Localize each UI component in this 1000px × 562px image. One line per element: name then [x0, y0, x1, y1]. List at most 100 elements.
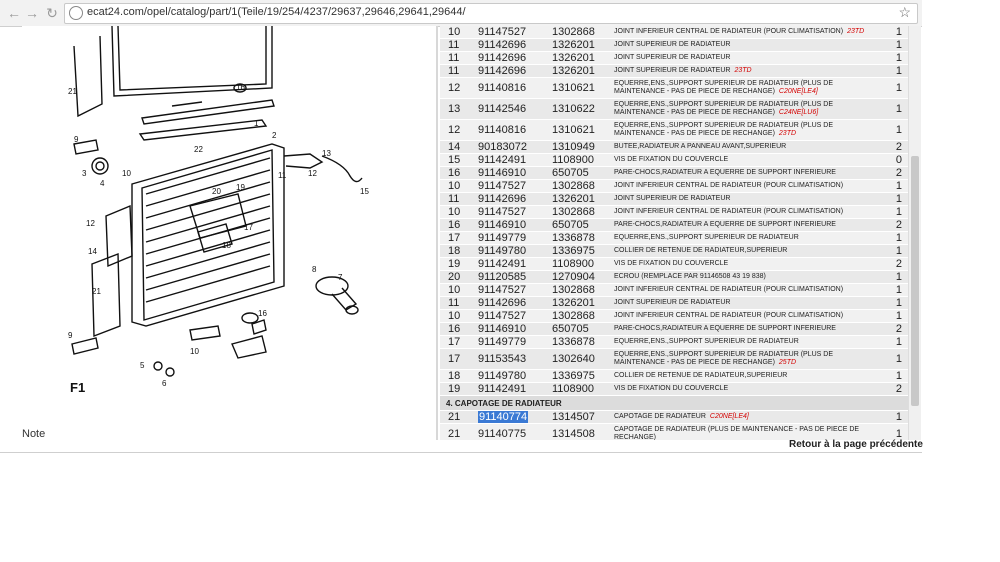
table-row[interactable]: 20 91120585 1270904 ECROU (REMPLACE PAR 911…: [440, 270, 908, 284]
scrollbar-thumb[interactable]: [911, 156, 919, 406]
part-number-cell-text[interactable]: 91142696: [478, 193, 526, 205]
quantity-cell: 1: [884, 270, 908, 284]
part-number-cell: 91147527: [476, 205, 550, 219]
table-row[interactable]: 16 91146910 650705 PARE-CHOCS,RADIATEUR A E…: [440, 322, 908, 336]
quantity-cell-text: 1: [895, 271, 902, 283]
table-row[interactable]: 15 91142491 1108900 VIS DE FIXATION DU COUV…: [440, 153, 908, 167]
part-number-cell-text[interactable]: 91149780: [478, 370, 526, 382]
part-number-cell-text[interactable]: 91120585: [478, 271, 526, 283]
back-link[interactable]: Retour à la page précédente: [789, 439, 923, 450]
quantity-cell: 1: [884, 283, 908, 297]
description-cell-text: JOINT INFERIEUR CENTRAL DE RADIATEUR (PO…: [614, 182, 844, 189]
description-cell: VIS DE FIXATION DU COUVERCLE: [612, 382, 884, 396]
table-row[interactable]: 21 91140775 1314508 CAPOTAGE DE RADIATEUR (…: [440, 423, 908, 440]
table-row[interactable]: 17 91153543 1302640 EQUERRE,ENS.,SUPPORT SU…: [440, 348, 908, 370]
part-number-cell-text[interactable]: 90183072: [478, 141, 527, 153]
part-number-cell-text[interactable]: 91142491: [478, 258, 526, 270]
part-number-cell-text[interactable]: 91149780: [478, 245, 526, 257]
table-scrollbar[interactable]: [908, 26, 921, 440]
table-row[interactable]: 10 91147527 1302868 JOINT INFERIEUR CENTRAL…: [440, 179, 908, 193]
browser-toolbar: ← → ↻ ecat24.com/opel/catalog/part/1(Tei…: [0, 0, 922, 27]
table-row[interactable]: 18 91149780 1336975 COLLIER DE RETENUE DE R…: [440, 244, 908, 258]
table-row[interactable]: 11 91142696 1326201 JOINT SUPERIEUR DE RADI…: [440, 51, 908, 65]
quantity-cell: 1: [884, 26, 908, 39]
arrow-left-icon[interactable]: ←: [6, 5, 22, 21]
table-row[interactable]: 18 91149780 1336975 COLLIER DE RETENUE DE R…: [440, 369, 908, 383]
part-number-cell-text[interactable]: 91149779: [478, 336, 526, 348]
catalog-number-cell: 1326201: [550, 296, 612, 310]
svg-text:16: 16: [258, 309, 267, 318]
quantity-cell-text: 2: [895, 167, 902, 179]
part-number-cell-text[interactable]: 91147527: [478, 206, 526, 218]
quantity-cell-text: 1: [895, 124, 902, 136]
quantity-cell-text: 1: [895, 232, 902, 244]
part-number-cell-text[interactable]: 91147527: [478, 284, 526, 296]
table-row[interactable]: 10 91147527 1302868 JOINT INFERIEUR CENTRAL…: [440, 309, 908, 323]
quantity-cell: 1: [884, 98, 908, 120]
quantity-cell: 2: [884, 166, 908, 180]
catalog-number-cell-text: 1326201: [552, 65, 595, 77]
part-number-cell-text[interactable]: 91142696: [478, 52, 526, 64]
table-row[interactable]: 11 91142696 1326201 JOINT SUPERIEUR DE RADI…: [440, 64, 908, 78]
part-number-cell-text[interactable]: 91153543: [478, 353, 526, 365]
part-number-cell-text[interactable]: 91140816: [478, 82, 526, 94]
parts-table-container[interactable]: 10 91147527 1302868 JOINT INFERIEUR CENTRAL…: [440, 26, 908, 440]
part-number-cell-text[interactable]: 91140775: [478, 428, 526, 440]
part-number-cell-text[interactable]: 91142491: [478, 154, 526, 166]
part-number-cell-text[interactable]: 91146910: [478, 219, 526, 231]
address-bar[interactable]: ecat24.com/opel/catalog/part/1(Teile/19/…: [64, 3, 918, 24]
part-number-cell-text[interactable]: 91149779: [478, 232, 526, 244]
position-cell-text: 12: [448, 82, 461, 94]
part-number-cell-text[interactable]: 91146910: [478, 167, 526, 179]
quantity-cell: 1: [884, 119, 908, 141]
part-number-cell-text[interactable]: 91142696: [478, 297, 526, 309]
table-row[interactable]: 17 91149779 1336878 EQUERRE,ENS.,SUPPORT SU…: [440, 335, 908, 349]
catalog-number-cell-text: 1108900: [552, 154, 595, 166]
table-row[interactable]: 12 91140816 1310621 EQUERRE,ENS.,SUPPORT SU…: [440, 77, 908, 99]
svg-text:17: 17: [244, 223, 253, 232]
part-number-cell-text[interactable]: 91142696: [478, 39, 526, 51]
position-cell: 20: [440, 270, 476, 284]
part-number-cell-text[interactable]: 91142491: [478, 383, 526, 395]
catalog-number-cell-text: 650705: [552, 219, 589, 231]
arrow-right-icon[interactable]: →: [24, 5, 40, 21]
description-cell: CAPOTAGE DE RADIATEUR C20NE[LE4]: [612, 410, 884, 424]
table-row[interactable]: 11 91142696 1326201 JOINT SUPERIEUR DE RADI…: [440, 296, 908, 310]
table-row[interactable]: 16 91146910 650705 PARE-CHOCS,RADIATEUR A E…: [440, 218, 908, 232]
table-row[interactable]: 19 91142491 1108900 VIS DE FIXATION DU COUV…: [440, 382, 908, 396]
catalog-number-cell: 1326201: [550, 192, 612, 206]
position-cell: 11: [440, 296, 476, 310]
part-number-cell-text[interactable]: 91140816: [478, 124, 526, 136]
star-icon[interactable]: ☆: [898, 4, 911, 21]
table-row[interactable]: 16 91146910 650705 PARE-CHOCS,RADIATEUR A E…: [440, 166, 908, 180]
table-row[interactable]: 21 91140774 1314507 CAPOTAGE DE RADIATEUR C2…: [440, 410, 908, 424]
part-number-cell-text[interactable]: 91147527: [478, 26, 526, 38]
table-row[interactable]: 10 91147527 1302868 JOINT INFERIEUR CENTRAL…: [440, 205, 908, 219]
table-row[interactable]: 11 91142696 1326201 JOINT SUPERIEUR DE RADI…: [440, 192, 908, 206]
description-cell-text: CAPOTAGE DE RADIATEUR (PLUS DE MAINTENAN…: [614, 426, 860, 440]
quantity-cell-text: 1: [895, 82, 902, 94]
table-row[interactable]: 10 91147527 1302868 JOINT INFERIEUR CENTRAL…: [440, 283, 908, 297]
url-text[interactable]: ecat24.com/opel/catalog/part/1(Teile/19/…: [87, 6, 466, 18]
part-number-cell-text[interactable]: 91140774: [478, 411, 529, 423]
quantity-cell: 1: [884, 38, 908, 52]
table-row[interactable]: 19 91142491 1108900 VIS DE FIXATION DU COUV…: [440, 257, 908, 271]
table-row[interactable]: 10 91147527 1302868 JOINT INFERIEUR CENTRAL…: [440, 26, 908, 39]
quantity-cell-text: 1: [895, 310, 902, 322]
position-cell: 19: [440, 382, 476, 396]
page-info-icon[interactable]: [69, 6, 83, 20]
position-cell-text: 10: [448, 206, 461, 218]
part-number-cell-text[interactable]: 91146910: [478, 323, 526, 335]
position-cell: 21: [440, 410, 476, 424]
table-row[interactable]: 11 91142696 1326201 JOINT SUPERIEUR DE RADI…: [440, 38, 908, 52]
position-cell-text: 20: [448, 271, 461, 283]
part-number-cell-text[interactable]: 91147527: [478, 310, 526, 322]
reload-icon[interactable]: ↻: [44, 5, 60, 21]
table-row[interactable]: 12 91140816 1310621 EQUERRE,ENS.,SUPPORT SU…: [440, 119, 908, 141]
table-row[interactable]: 14 90183072 1310949 BUTEE,RADIATEUR A PANNE…: [440, 140, 908, 154]
part-number-cell-text[interactable]: 91142546: [478, 103, 526, 115]
table-row[interactable]: 13 91142546 1310622 EQUERRE,ENS.,SUPPORT SU…: [440, 98, 908, 120]
part-number-cell-text[interactable]: 91147527: [478, 180, 526, 192]
table-row[interactable]: 17 91149779 1336878 EQUERRE,ENS.,SUPPORT SU…: [440, 231, 908, 245]
part-number-cell-text[interactable]: 91142696: [478, 65, 526, 77]
